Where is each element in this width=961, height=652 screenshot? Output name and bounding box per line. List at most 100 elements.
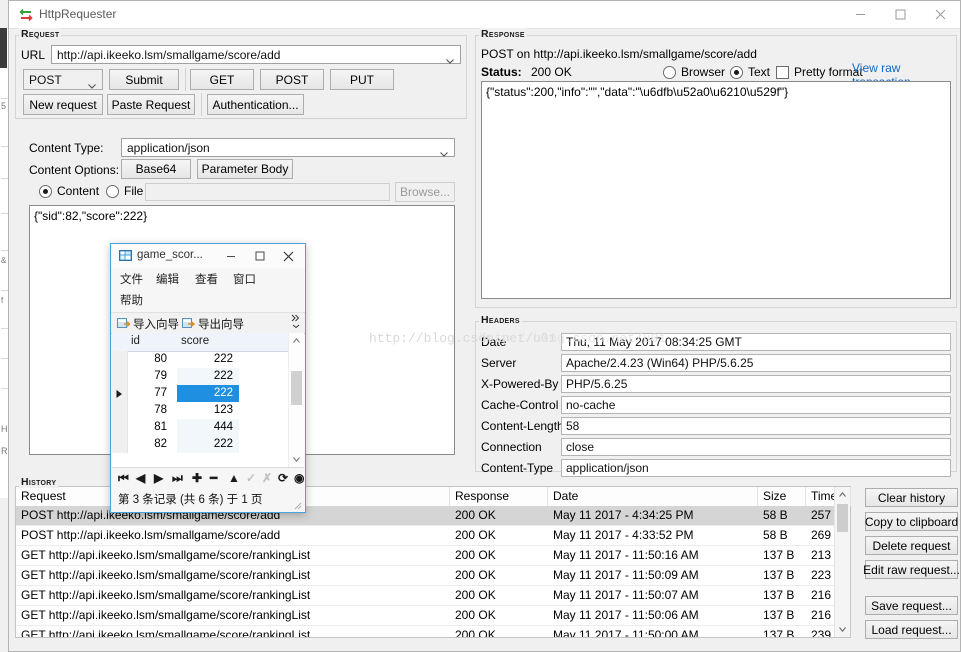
header-value[interactable]: 58 — [561, 417, 951, 435]
maximize-button[interactable] — [880, 1, 920, 28]
new-request-button[interactable]: New request — [23, 94, 103, 115]
quick-post-button[interactable]: POST — [260, 69, 324, 90]
header-value[interactable]: application/json — [561, 459, 951, 477]
clear-history-button[interactable]: Clear history — [865, 488, 958, 507]
delete-request-button[interactable]: Delete request — [865, 536, 958, 555]
grid-cell-score[interactable]: 222 — [177, 385, 239, 402]
grid-cell-score[interactable]: 123 — [177, 402, 239, 419]
close-button[interactable] — [920, 1, 960, 28]
grid-cell-id[interactable]: 82 — [127, 436, 172, 453]
file-radio[interactable] — [106, 185, 119, 198]
base64-button[interactable]: Base64 — [121, 159, 191, 179]
content-radio[interactable] — [39, 185, 52, 198]
minimize-button[interactable] — [840, 1, 880, 28]
table-row[interactable]: 80 222 — [112, 351, 291, 368]
next-record-icon[interactable]: ▶ — [154, 471, 163, 485]
grid-col-score[interactable]: score — [181, 335, 209, 347]
scroll-up-arrow-icon[interactable] — [289, 333, 304, 348]
stop-icon[interactable]: ◉ — [294, 471, 304, 485]
last-record-icon[interactable]: ⏭ — [172, 471, 183, 486]
scroll-down-arrow-icon[interactable] — [835, 622, 850, 637]
grid-cell-id[interactable]: 81 — [127, 419, 172, 436]
file-path-input[interactable] — [145, 183, 390, 201]
save-request-button[interactable]: Save request... — [865, 596, 958, 615]
scrollbar-thumb[interactable] — [837, 504, 848, 532]
copy-to-clipboard-button[interactable]: Copy to clipboard — [865, 512, 958, 531]
history-col-response[interactable]: Response — [450, 487, 548, 506]
pretty-format-checkbox[interactable] — [776, 66, 789, 79]
authentication-button[interactable]: Authentication... — [207, 94, 304, 115]
grid-cell-id[interactable]: 77 — [127, 385, 172, 402]
grid-cell-id[interactable]: 79 — [127, 368, 172, 385]
grid-cell-id[interactable]: 80 — [127, 351, 172, 368]
quick-put-button[interactable]: PUT — [330, 69, 394, 90]
menu-edit[interactable]: 编辑 — [156, 271, 179, 287]
navicat-maximize-button[interactable] — [245, 244, 274, 268]
table-row[interactable]: GET http://api.ikeeko.lsm/smallgame/scor… — [16, 626, 835, 637]
navicat-minimize-button[interactable] — [216, 244, 245, 268]
import-wizard-label[interactable]: 导入向导 — [133, 316, 179, 332]
grid-cell-id[interactable]: 78 — [127, 402, 172, 419]
table-row[interactable]: 79 222 — [112, 368, 291, 385]
navicat-close-button[interactable] — [274, 244, 303, 268]
prev-record-icon[interactable]: ◀ — [136, 471, 145, 485]
header-value[interactable]: no-cache — [561, 396, 951, 414]
scroll-up-arrow-icon[interactable] — [835, 487, 850, 502]
parameter-body-button[interactable]: Parameter Body — [197, 159, 293, 179]
table-row[interactable]: 78 123 — [112, 402, 291, 419]
scrollbar-thumb[interactable] — [291, 371, 302, 405]
header-value[interactable]: PHP/5.6.25 — [561, 375, 951, 393]
edit-raw-request-button[interactable]: Edit raw request... — [865, 560, 958, 579]
table-row[interactable]: GET http://api.ikeeko.lsm/smallgame/scor… — [16, 546, 835, 565]
menu-view[interactable]: 查看 — [195, 271, 218, 287]
menu-window[interactable]: 窗口 — [233, 271, 256, 287]
toolbar-overflow-icon[interactable] — [291, 313, 301, 332]
load-request-button[interactable]: Load request... — [865, 620, 958, 639]
file-radio-label: File — [124, 184, 143, 198]
header-value[interactable]: Apache/2.4.23 (Win64) PHP/5.6.25 — [561, 354, 951, 372]
grid-cell-score[interactable]: 222 — [177, 351, 239, 368]
history-col-date[interactable]: Date — [548, 487, 758, 506]
delete-record-icon[interactable]: ━ — [210, 471, 217, 485]
window-title: HttpRequester — [39, 7, 116, 21]
menu-help[interactable]: 帮助 — [120, 292, 143, 308]
quick-get-button[interactable]: GET — [190, 69, 254, 90]
table-row[interactable]: GET http://api.ikeeko.lsm/smallgame/scor… — [16, 586, 835, 605]
grid-cell-score[interactable]: 222 — [177, 436, 239, 453]
grid-cell-score[interactable]: 444 — [177, 419, 239, 436]
header-row: Connection close — [475, 437, 957, 457]
grid-cell-score[interactable]: 222 — [177, 368, 239, 385]
browser-radio[interactable] — [663, 66, 676, 79]
table-row[interactable]: 82 222 — [112, 436, 291, 453]
add-record-icon[interactable]: ✚ — [192, 471, 202, 485]
table-row[interactable]: 81 444 — [112, 419, 291, 436]
table-row[interactable]: GET http://api.ikeeko.lsm/smallgame/scor… — [16, 566, 835, 585]
text-radio[interactable] — [730, 66, 743, 79]
content-type-select[interactable]: application/json — [121, 138, 455, 157]
history-col-size[interactable]: Size — [758, 487, 806, 506]
edit-record-icon[interactable]: ▲ — [228, 471, 240, 485]
headers-group-title: Headers — [479, 314, 522, 326]
cancel-change-icon[interactable]: ✗ — [262, 471, 272, 485]
refresh-icon[interactable]: ⟳ — [278, 471, 288, 485]
resize-grip-icon[interactable] — [292, 499, 302, 509]
grid-col-id[interactable]: id — [131, 335, 140, 347]
header-value[interactable]: close — [561, 438, 951, 456]
navicat-record-navbar: ⏮ ◀ ▶ ⏭ ✚ ━ ▲ ✓ ✗ ⟳ ◉ — [112, 467, 304, 490]
table-row[interactable]: GET http://api.ikeeko.lsm/smallgame/scor… — [16, 606, 835, 625]
apply-change-icon[interactable]: ✓ — [246, 471, 256, 485]
first-record-icon[interactable]: ⏮ — [118, 471, 129, 486]
table-row[interactable]: POST http://api.ikeeko.lsm/smallgame/sco… — [16, 526, 835, 545]
history-scrollbar[interactable] — [834, 487, 850, 637]
table-row[interactable]: 77 222 — [112, 385, 291, 402]
scroll-down-arrow-icon[interactable] — [289, 452, 304, 467]
paste-request-button[interactable]: Paste Request — [107, 94, 195, 115]
menu-file[interactable]: 文件 — [120, 271, 143, 287]
submit-button[interactable]: Submit — [109, 69, 179, 90]
grid-scrollbar[interactable] — [288, 333, 304, 467]
method-select[interactable]: POST — [23, 69, 103, 90]
export-wizard-label[interactable]: 导出向导 — [198, 316, 244, 332]
url-input[interactable]: http://api.ikeeko.lsm/smallgame/score/ad… — [51, 45, 461, 64]
browse-button[interactable]: Browse... — [395, 182, 455, 202]
history-size: 137 B — [758, 566, 806, 585]
